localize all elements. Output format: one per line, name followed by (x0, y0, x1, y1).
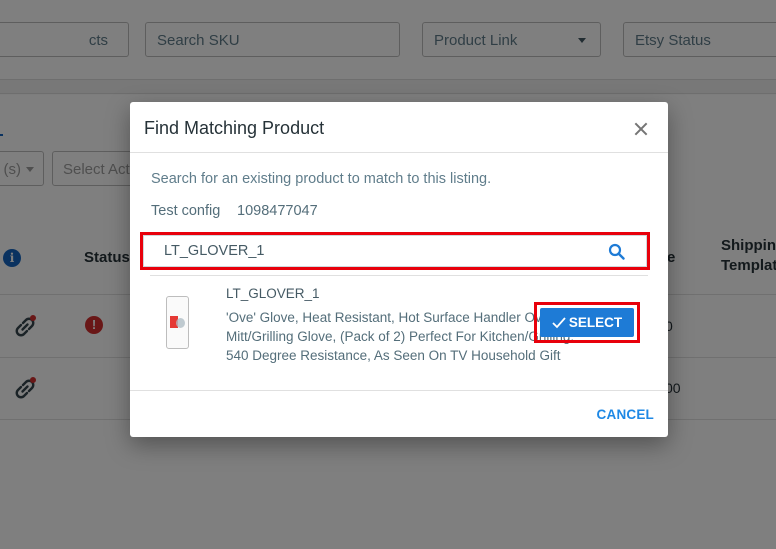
select-button-label: SELECT (568, 315, 623, 330)
dialog-title: Find Matching Product (144, 118, 325, 138)
config-label: Test config (151, 203, 221, 219)
check-icon (552, 316, 566, 328)
select-highlight-box: SELECT (534, 302, 640, 343)
close-icon[interactable] (632, 120, 650, 138)
divider (130, 390, 668, 391)
search-icon[interactable] (608, 243, 625, 260)
cancel-button[interactable]: CANCEL (597, 407, 654, 422)
product-thumbnail (166, 296, 189, 349)
thumbnail-glove (176, 318, 185, 328)
search-highlight-box (140, 232, 650, 270)
find-matching-product-dialog: Find Matching Product Search for an exis… (130, 102, 668, 437)
dialog-header: Find Matching Product (130, 102, 668, 153)
select-button[interactable]: SELECT (540, 308, 634, 337)
result-sku: LT_GLOVER_1 (226, 286, 320, 301)
product-search-input[interactable] (143, 235, 647, 267)
divider (150, 275, 648, 276)
config-value: 1098477047 (237, 203, 318, 219)
dialog-description: Search for an existing product to match … (151, 171, 492, 187)
